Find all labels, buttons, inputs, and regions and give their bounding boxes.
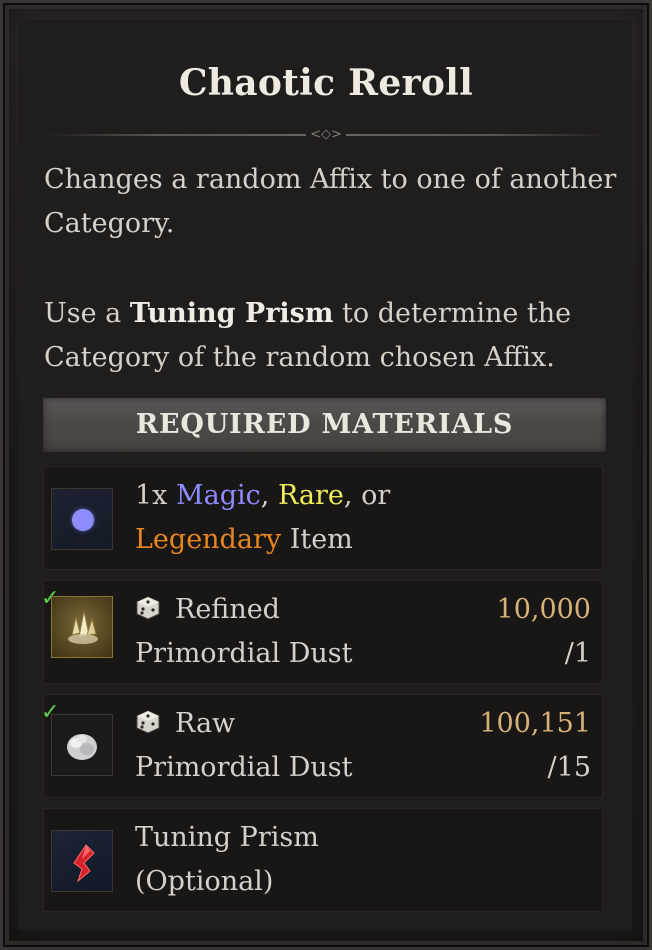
required-materials-header: REQUIRED MATERIALS [43, 398, 606, 452]
magic-item-icon [51, 488, 113, 550]
refined-dust-owned: 10,000 [496, 594, 591, 625]
legendary-label: Legendary [135, 524, 282, 555]
description-tuning-prism: Use a Tuning Prism to determine the Cate… [44, 298, 572, 373]
refined-primordial-dust-icon [51, 596, 113, 658]
magic-orb-icon [72, 509, 94, 531]
magic-label: Magic [176, 480, 261, 511]
raw-dust-name: Raw Primordial Dust [135, 708, 353, 783]
tuning-prism-icon [51, 830, 113, 892]
dice-icon [136, 596, 160, 620]
red-prism-icon [73, 844, 95, 883]
dust-pile-icon [67, 734, 97, 760]
item-requirement-text: 1x Magic, Rare, or Legendary Item [135, 480, 391, 555]
material-row-item[interactable]: 1x Magic, Rare, or Legendary Item [43, 466, 603, 570]
material-row-refined-dust[interactable]: ✓ Refined Primordial Dust 10,000 /1 [41, 580, 603, 684]
raw-dust-owned: 100,151 [479, 708, 591, 739]
tuning-prism-name: Tuning Prism (Optional) [135, 822, 319, 897]
raw-primordial-dust-icon [51, 714, 113, 776]
tuning-prism-emphasis: Tuning Prism [129, 298, 334, 329]
rare-label: Rare [277, 480, 344, 511]
description-text: Changes a random Affix to one of another… [44, 164, 617, 239]
refined-dust-required: /1 [564, 638, 591, 669]
tooltip-title: Chaotic Reroll [178, 62, 474, 104]
dice-icon [136, 710, 160, 734]
material-row-raw-dust[interactable]: ✓ Raw Primordial Dust 100,151 /15 [41, 694, 603, 798]
crystal-cluster-icon [68, 610, 98, 644]
divider-ornament-icon: <◇> [306, 126, 346, 144]
raw-dust-required: /15 [547, 752, 591, 783]
refined-dust-name: Refined Primordial Dust [135, 594, 353, 669]
material-row-tuning-prism[interactable]: Tuning Prism (Optional) [43, 808, 603, 912]
